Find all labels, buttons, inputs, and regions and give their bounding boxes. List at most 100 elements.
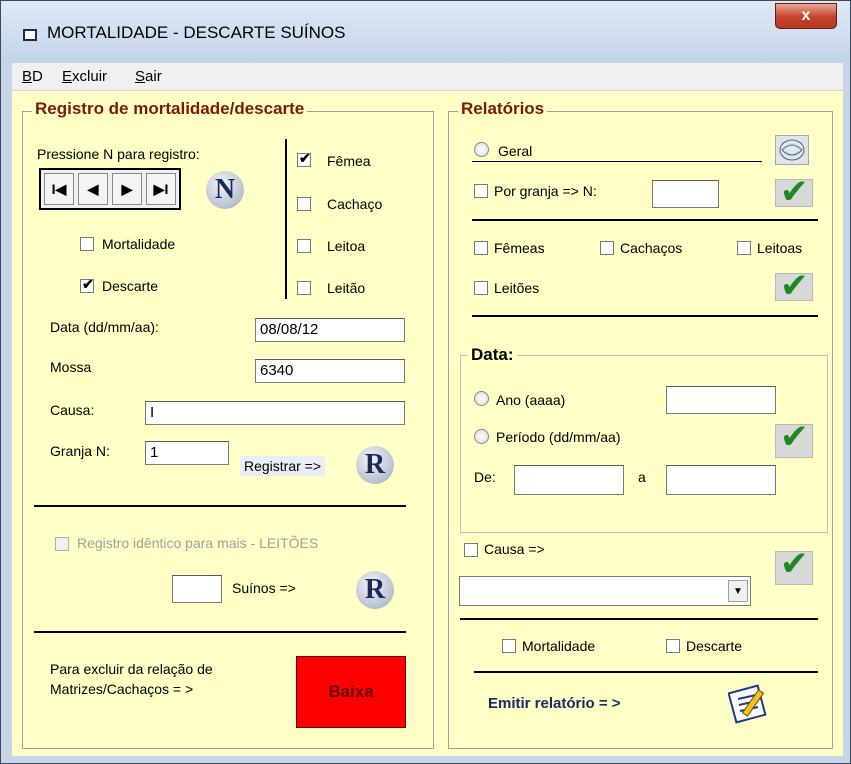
registrar-button[interactable]: R xyxy=(356,446,394,484)
suinos-input[interactable] xyxy=(172,575,222,603)
geral-underline xyxy=(472,161,762,162)
descarte-checkbox[interactable]: ✔ xyxy=(80,276,94,293)
tipo-divider xyxy=(285,139,287,299)
granja-label: Granja N: xyxy=(50,443,110,459)
por-granja-label: Por granja => N: xyxy=(494,183,597,199)
granja-input[interactable]: 1 xyxy=(145,441,229,465)
femea-checkbox[interactable]: ✔ xyxy=(297,150,311,167)
descarte-report-checkbox[interactable] xyxy=(666,639,680,653)
globe-icon xyxy=(779,139,805,161)
menu-bd[interactable]: BD xyxy=(22,68,43,85)
menu-sair-key: S xyxy=(135,68,146,85)
cachaco-label: Cachaço xyxy=(327,196,383,212)
cachaco-checkbox[interactable] xyxy=(297,197,311,211)
data-input[interactable]: 08/08/12 xyxy=(255,318,405,342)
globe-report-button[interactable] xyxy=(775,135,809,165)
causa-ok-button[interactable]: ✔ xyxy=(775,544,813,585)
menu-sair[interactable]: Sair xyxy=(135,68,162,85)
ano-input[interactable] xyxy=(666,386,776,414)
geral-radio[interactable] xyxy=(474,142,489,157)
nav-prev-button[interactable]: ◀ xyxy=(78,173,108,205)
suinos-label: Suínos => xyxy=(232,580,296,596)
leitao-checkbox[interactable] xyxy=(297,281,311,295)
mortalidade-label: Mortalidade xyxy=(102,236,176,252)
leitoas-label: Leitoas xyxy=(757,240,803,256)
identico-register-button[interactable]: R xyxy=(356,571,394,609)
causa-report-label: Causa => xyxy=(484,541,545,557)
descarte-report-label: Descarte xyxy=(686,638,743,654)
menu-bd-rest: D xyxy=(32,68,43,85)
periodo-label: Período (dd/mm/aa) xyxy=(496,429,621,445)
green-check-icon: ✔ xyxy=(780,172,809,212)
emitir-label: Emitir relatório = > xyxy=(488,695,621,712)
leitoes-label: Leitões xyxy=(494,280,540,296)
data-label: Data (dd/mm/aa): xyxy=(50,319,159,335)
leitao-label: Leitão xyxy=(327,280,366,296)
nav-last-button[interactable]: ▶I xyxy=(146,173,176,205)
window-title: MORTALIDADE - DESCARTE SUÍNOS xyxy=(47,23,346,42)
leitoa-checkbox[interactable] xyxy=(297,239,311,253)
femea-label: Fêmea xyxy=(327,153,371,169)
registro-divider-1 xyxy=(34,505,406,507)
relatorios-divider-2 xyxy=(472,315,818,317)
causa-input[interactable]: I xyxy=(145,401,405,425)
relatorios-divider-3 xyxy=(460,618,818,620)
ano-radio[interactable] xyxy=(474,391,489,406)
menu-bar: BD Excluir Sair xyxy=(12,63,843,91)
a-label: a xyxy=(638,469,646,485)
excluir-text-line2: Matrizes/Cachaços = > xyxy=(50,681,194,697)
descarte-check-icon: ✔ xyxy=(82,276,94,292)
por-granja-checkbox[interactable] xyxy=(474,184,488,198)
mossa-input[interactable]: 6340 xyxy=(255,359,405,383)
relatorios-divider-4 xyxy=(474,671,818,673)
app-window: MORTALIDADE - DESCARTE SUÍNOS x BD Exclu… xyxy=(0,0,851,764)
geral-label: Geral xyxy=(498,143,533,159)
femea-check-icon: ✔ xyxy=(299,150,311,166)
close-button[interactable]: x xyxy=(775,3,837,29)
cachacos-checkbox[interactable] xyxy=(600,241,614,255)
menu-excluir-rest: xcluir xyxy=(72,68,108,85)
femeas-checkbox[interactable] xyxy=(474,241,488,255)
de-label: De: xyxy=(474,469,496,485)
registro-prompt: Pressione N para registro: xyxy=(37,146,200,162)
green-check-icon: ✔ xyxy=(780,266,809,306)
menu-bd-key: B xyxy=(22,68,33,85)
data-ok-button[interactable]: ✔ xyxy=(775,417,813,458)
nav-next-button[interactable]: ▶ xyxy=(112,173,142,205)
data-title: Data: xyxy=(468,345,517,365)
menu-excluir[interactable]: Excluir xyxy=(62,68,107,85)
form-client-area: Registro de mortalidade/descarte Pressio… xyxy=(12,91,843,756)
leitoas-checkbox[interactable] xyxy=(737,241,751,255)
identico-checkbox[interactable] xyxy=(55,537,69,551)
por-granja-ok-button[interactable]: ✔ xyxy=(775,172,813,212)
baixa-button[interactable]: Baixa xyxy=(296,656,406,728)
nav-first-button[interactable]: I◀ xyxy=(44,173,74,205)
n-register-button[interactable]: N xyxy=(206,171,244,209)
causa-report-checkbox[interactable] xyxy=(464,543,478,557)
menu-excluir-key: E xyxy=(62,68,73,85)
femeas-label: Fêmeas xyxy=(494,240,545,256)
leitoa-label: Leitoa xyxy=(327,238,366,254)
registro-divider-2 xyxy=(34,631,406,633)
relatorios-divider-1 xyxy=(472,219,818,221)
mortalidade-report-checkbox[interactable] xyxy=(502,639,516,653)
categorias-ok-button[interactable]: ✔ xyxy=(775,266,813,306)
relatorios-title: Relatórios xyxy=(458,99,548,119)
registrar-label: Registrar => xyxy=(240,456,326,476)
leitoes-checkbox[interactable] xyxy=(474,281,488,295)
a-input[interactable] xyxy=(666,465,776,495)
record-navigator: I◀ ◀ ▶ ▶I xyxy=(39,168,181,210)
mossa-label: Mossa xyxy=(50,359,92,375)
de-input[interactable] xyxy=(514,465,624,495)
mortalidade-checkbox[interactable] xyxy=(80,237,94,251)
causa-select[interactable]: ▼ xyxy=(459,576,751,606)
menu-sair-rest: air xyxy=(145,68,162,85)
identico-label: Registro idêntico para mais - LEITÕES xyxy=(77,535,319,551)
emitir-report-button[interactable] xyxy=(727,681,772,725)
cachacos-label: Cachaços xyxy=(620,240,683,256)
chevron-down-icon[interactable]: ▼ xyxy=(728,580,748,602)
periodo-radio[interactable] xyxy=(474,429,489,444)
mortalidade-report-label: Mortalidade xyxy=(522,638,596,654)
registro-title: Registro de mortalidade/descarte xyxy=(32,99,308,119)
por-granja-input[interactable] xyxy=(652,180,719,208)
